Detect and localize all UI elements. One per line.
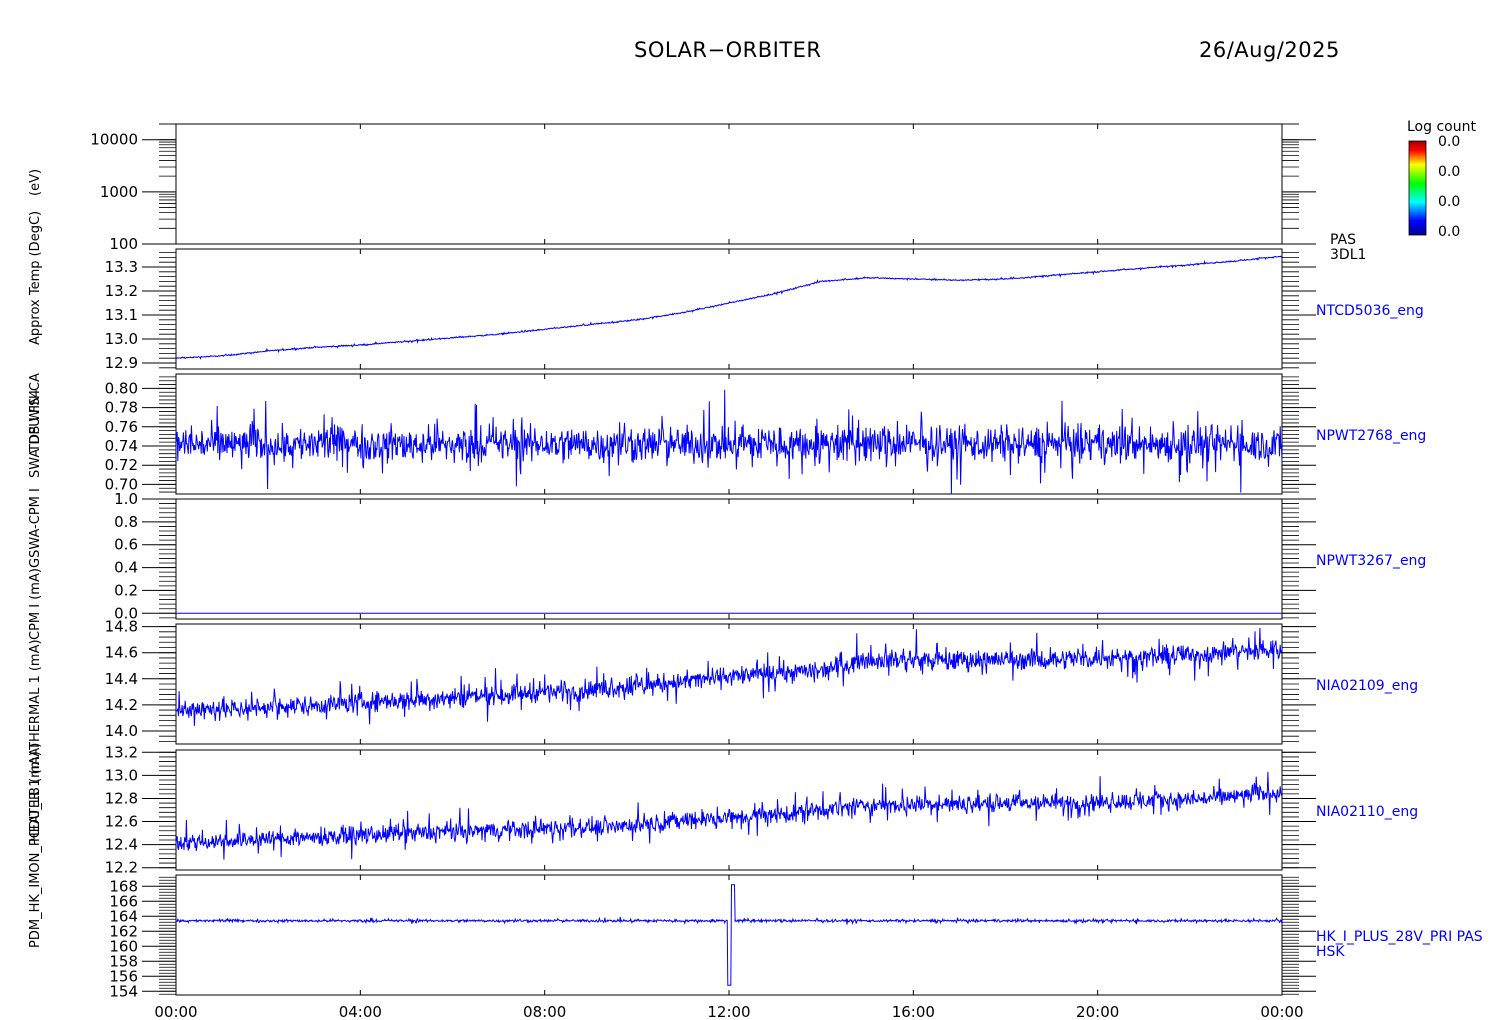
panel-frame (175, 123, 1283, 245)
series-line-HK_I_PLUS_28V_PRI PAS HSK (175, 884, 1283, 986)
panel-right-label: 3DL1 (1330, 247, 1366, 263)
y-tick-label: 0.2 (114, 581, 138, 599)
y-tick-label: 13.3 (105, 258, 138, 276)
colorbar (1408, 140, 1427, 236)
y-tick-label: 14.0 (105, 722, 138, 740)
x-tick-label: 20:00 (1076, 1003, 1119, 1020)
y-tick-label: 0.76 (105, 418, 138, 436)
y-tick-label: 100 (109, 235, 138, 253)
x-tick-label: 00:00 (154, 1003, 197, 1020)
panel-frame (175, 248, 1283, 370)
series-line-NTCD5036_eng (175, 255, 1282, 360)
y-tick-label: 0.4 (114, 559, 138, 577)
y-tick-label: 13.2 (105, 282, 138, 300)
x-tick-label: 16:00 (892, 1003, 935, 1020)
y-tick-label: 0.8 (114, 513, 138, 531)
y-tick-label: 12.4 (105, 836, 138, 854)
series-line-NPWT2768_eng (175, 389, 1283, 495)
y-tick-label: 14.8 (105, 618, 138, 636)
y-tick-label: 168 (109, 877, 138, 895)
y-tick-label: 0.72 (105, 456, 138, 474)
panel-right-label: NTCD5036_eng (1316, 303, 1424, 319)
panel-frame (175, 623, 1283, 745)
y-tick-label: 14.2 (105, 696, 138, 714)
plot-stage: SOLAR−ORBITER 26/Aug/2025 (eV) Approx Te… (0, 0, 1512, 1020)
series-line-NIA02109_eng (175, 627, 1283, 726)
y-tick-label: 12.9 (105, 354, 138, 372)
panel-right-label: NPWT2768_eng (1316, 428, 1426, 444)
y-tick-label: 13.2 (105, 743, 138, 761)
y-tick-label: 0.6 (114, 536, 138, 554)
y-tick-label: 12.8 (105, 789, 138, 807)
panel-right-label: HK_I_PLUS_28V_PRI PAS (1316, 929, 1483, 945)
timeseries-chart: 100 1000 10000 PAS3DL1 12.9 13.0 13.1 13.2 13.3 N… (90, 123, 1483, 1020)
y-tick-label: 12.2 (105, 859, 138, 877)
panel-right-label: HSK (1316, 944, 1345, 960)
panel-right-label: NPWT3267_eng (1316, 553, 1426, 569)
y-tick-label: 0.74 (105, 437, 138, 455)
y-tick-label: 0.78 (105, 399, 138, 417)
y-tick-label: 13.1 (105, 306, 138, 324)
y-tick-label: 13.0 (105, 766, 138, 784)
panel-frame (175, 874, 1283, 996)
panel-right-label: NIA02110_eng (1316, 804, 1418, 820)
y-tick-label: 1000 (100, 183, 138, 201)
series-line-NIA02110_eng (175, 771, 1283, 860)
y-tick-label: 12.6 (105, 813, 138, 831)
y-tick-label: 0.80 (105, 379, 138, 397)
x-tick-label: 04:00 (339, 1003, 382, 1020)
panel-right-label: NIA02109_eng (1316, 678, 1418, 694)
y-tick-label: 14.6 (105, 644, 138, 662)
x-tick-label: 12:00 (707, 1003, 750, 1020)
y-tick-label: 13.0 (105, 330, 138, 348)
y-tick-label: 10000 (90, 131, 138, 149)
x-tick-label: 08:00 (523, 1003, 566, 1020)
panel-frame (175, 498, 1283, 620)
panel-right-label: PAS (1330, 232, 1356, 248)
y-tick-label: 14.4 (105, 670, 138, 688)
y-tick-label: 1.0 (114, 490, 138, 508)
x-tick-label: 00:00 (1260, 1003, 1303, 1020)
